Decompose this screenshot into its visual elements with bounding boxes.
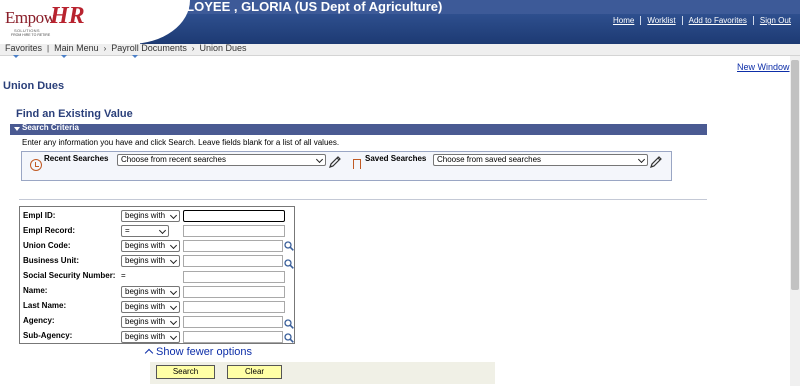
header-links: Home Worklist Add to Favorites Sign Out	[607, 16, 797, 25]
chevron-down-icon	[169, 241, 178, 250]
user-title: EMPLOYEE , GLORIA (US Dept of Agricultur…	[158, 0, 443, 14]
breadcrumb: Favorites | Main Menu › Payroll Document…	[2, 43, 250, 53]
operator-value: =	[125, 226, 130, 235]
find-existing-value-title: Find an Existing Value	[16, 108, 133, 120]
operator-value: begins with	[125, 241, 166, 250]
favorites-dropdown-icon[interactable]	[13, 55, 19, 58]
union-code-input[interactable]	[183, 240, 283, 252]
show-fewer-options-link[interactable]: Show fewer options	[156, 346, 252, 358]
header-bar: EMPLOYEE , GLORIA (US Dept of Agricultur…	[0, 0, 800, 44]
bookmark-icon	[353, 159, 361, 170]
page-title: Union Dues	[3, 80, 65, 92]
search-history-box: Recent Searches Choose from recent searc…	[21, 151, 672, 181]
breadcrumb-payroll-documents[interactable]: Payroll Documents	[108, 43, 190, 53]
collapse-arrow-icon[interactable]	[14, 127, 20, 131]
chevron-down-icon	[315, 155, 324, 164]
chevron-down-icon	[169, 256, 178, 265]
operator-value: begins with	[125, 287, 166, 296]
section-label: Search Criteria	[22, 123, 79, 132]
ssn-label: Social Security Number:	[23, 271, 116, 280]
section-divider	[19, 199, 707, 200]
lookup-magnifier-icon[interactable]	[284, 259, 294, 269]
button-bar: Search Clear	[150, 362, 495, 384]
chevron-down-icon	[169, 302, 178, 311]
union-code-label: Union Code:	[23, 241, 71, 250]
saved-searches-label: Saved Searches	[365, 154, 427, 163]
lookup-magnifier-icon[interactable]	[284, 333, 294, 343]
home-link[interactable]: Home	[607, 16, 640, 25]
saved-searches-select[interactable]: Choose from saved searches	[433, 154, 648, 166]
breadcrumb-bar: Favorites | Main Menu › Payroll Document…	[0, 43, 800, 58]
empl-record-label: Empl Record:	[23, 226, 76, 235]
logo-text-right: HR	[50, 3, 85, 29]
empl-id-operator[interactable]: begins with	[121, 210, 180, 222]
empowhr-logo[interactable]: Empow HR SOLUTIONS FROM HIRE TO RETIRE	[0, 0, 85, 40]
recent-searches-label: Recent Searches	[44, 154, 109, 163]
history-icon	[30, 159, 42, 171]
operator-value: begins with	[125, 211, 166, 220]
saved-searches-value: Choose from saved searches	[437, 155, 542, 164]
chevron-up-icon[interactable]	[144, 348, 154, 358]
last-name-operator[interactable]: begins with	[121, 301, 180, 313]
recent-searches-select[interactable]: Choose from recent searches	[117, 154, 326, 166]
empl-record-operator[interactable]: =	[121, 225, 169, 237]
scrollbar-thumb[interactable]	[791, 60, 799, 290]
empl-id-label: Empl ID:	[23, 211, 56, 220]
recent-searches-value: Choose from recent searches	[121, 155, 226, 164]
name-input[interactable]	[183, 286, 285, 298]
chevron-down-icon	[169, 317, 178, 326]
agency-operator[interactable]: begins with	[121, 316, 180, 328]
sign-out-link[interactable]: Sign Out	[752, 16, 797, 25]
clear-button[interactable]: Clear	[227, 365, 282, 379]
search-criteria-section[interactable]: Search Criteria	[10, 123, 707, 135]
empl-id-input[interactable]	[183, 210, 285, 222]
chevron-down-icon	[637, 155, 646, 164]
search-button[interactable]: Search	[156, 365, 215, 379]
logo-tagline: FROM HIRE TO RETIRE	[11, 33, 51, 37]
operator-value: begins with	[125, 317, 166, 326]
breadcrumb-main-menu[interactable]: Main Menu	[51, 43, 102, 53]
breadcrumb-favorites[interactable]: Favorites	[2, 43, 45, 53]
sub-agency-operator[interactable]: begins with	[121, 331, 180, 343]
lookup-magnifier-icon[interactable]	[284, 241, 294, 251]
search-criteria-table: Empl ID: begins with Empl Record: = Unio…	[19, 206, 295, 344]
agency-input[interactable]	[183, 316, 283, 328]
payroll-documents-dropdown-icon[interactable]	[132, 55, 138, 58]
pencil-icon[interactable]	[327, 154, 343, 170]
new-window-link[interactable]: New Window	[737, 62, 790, 72]
last-name-label: Last Name:	[23, 301, 67, 310]
chevron-down-icon	[158, 226, 167, 235]
business-unit-label: Business Unit:	[23, 256, 80, 265]
union-code-operator[interactable]: begins with	[121, 240, 180, 252]
agency-label: Agency:	[23, 316, 55, 325]
breadcrumb-arrow: ›	[191, 43, 195, 53]
empl-record-input[interactable]	[183, 225, 285, 237]
operator-value: begins with	[125, 256, 166, 265]
ssn-input[interactable]	[183, 271, 285, 283]
lookup-magnifier-icon[interactable]	[284, 319, 294, 329]
chevron-down-icon	[169, 287, 178, 296]
ssn-operator: =	[121, 271, 126, 280]
worklist-link[interactable]: Worklist	[640, 16, 681, 25]
breadcrumb-arrow: ›	[103, 43, 107, 53]
search-instructions: Enter any information you have and click…	[22, 138, 340, 147]
pencil-icon[interactable]	[648, 154, 664, 170]
operator-value: begins with	[125, 332, 166, 341]
add-to-favorites-link[interactable]: Add to Favorites	[681, 16, 753, 25]
chevron-down-icon	[169, 332, 178, 341]
main-menu-dropdown-icon[interactable]	[61, 55, 67, 58]
last-name-input[interactable]	[183, 301, 285, 313]
business-unit-input[interactable]	[183, 255, 283, 267]
sub-agency-label: Sub-Agency:	[23, 331, 73, 340]
name-label: Name:	[23, 286, 48, 295]
operator-value: begins with	[125, 302, 166, 311]
breadcrumb-union-dues[interactable]: Union Dues	[197, 43, 250, 53]
name-operator[interactable]: begins with	[121, 286, 180, 298]
chevron-down-icon	[169, 211, 178, 220]
logo-text-left: Empow	[5, 8, 56, 27]
sub-agency-input[interactable]	[183, 331, 283, 343]
business-unit-operator[interactable]: begins with	[121, 255, 180, 267]
